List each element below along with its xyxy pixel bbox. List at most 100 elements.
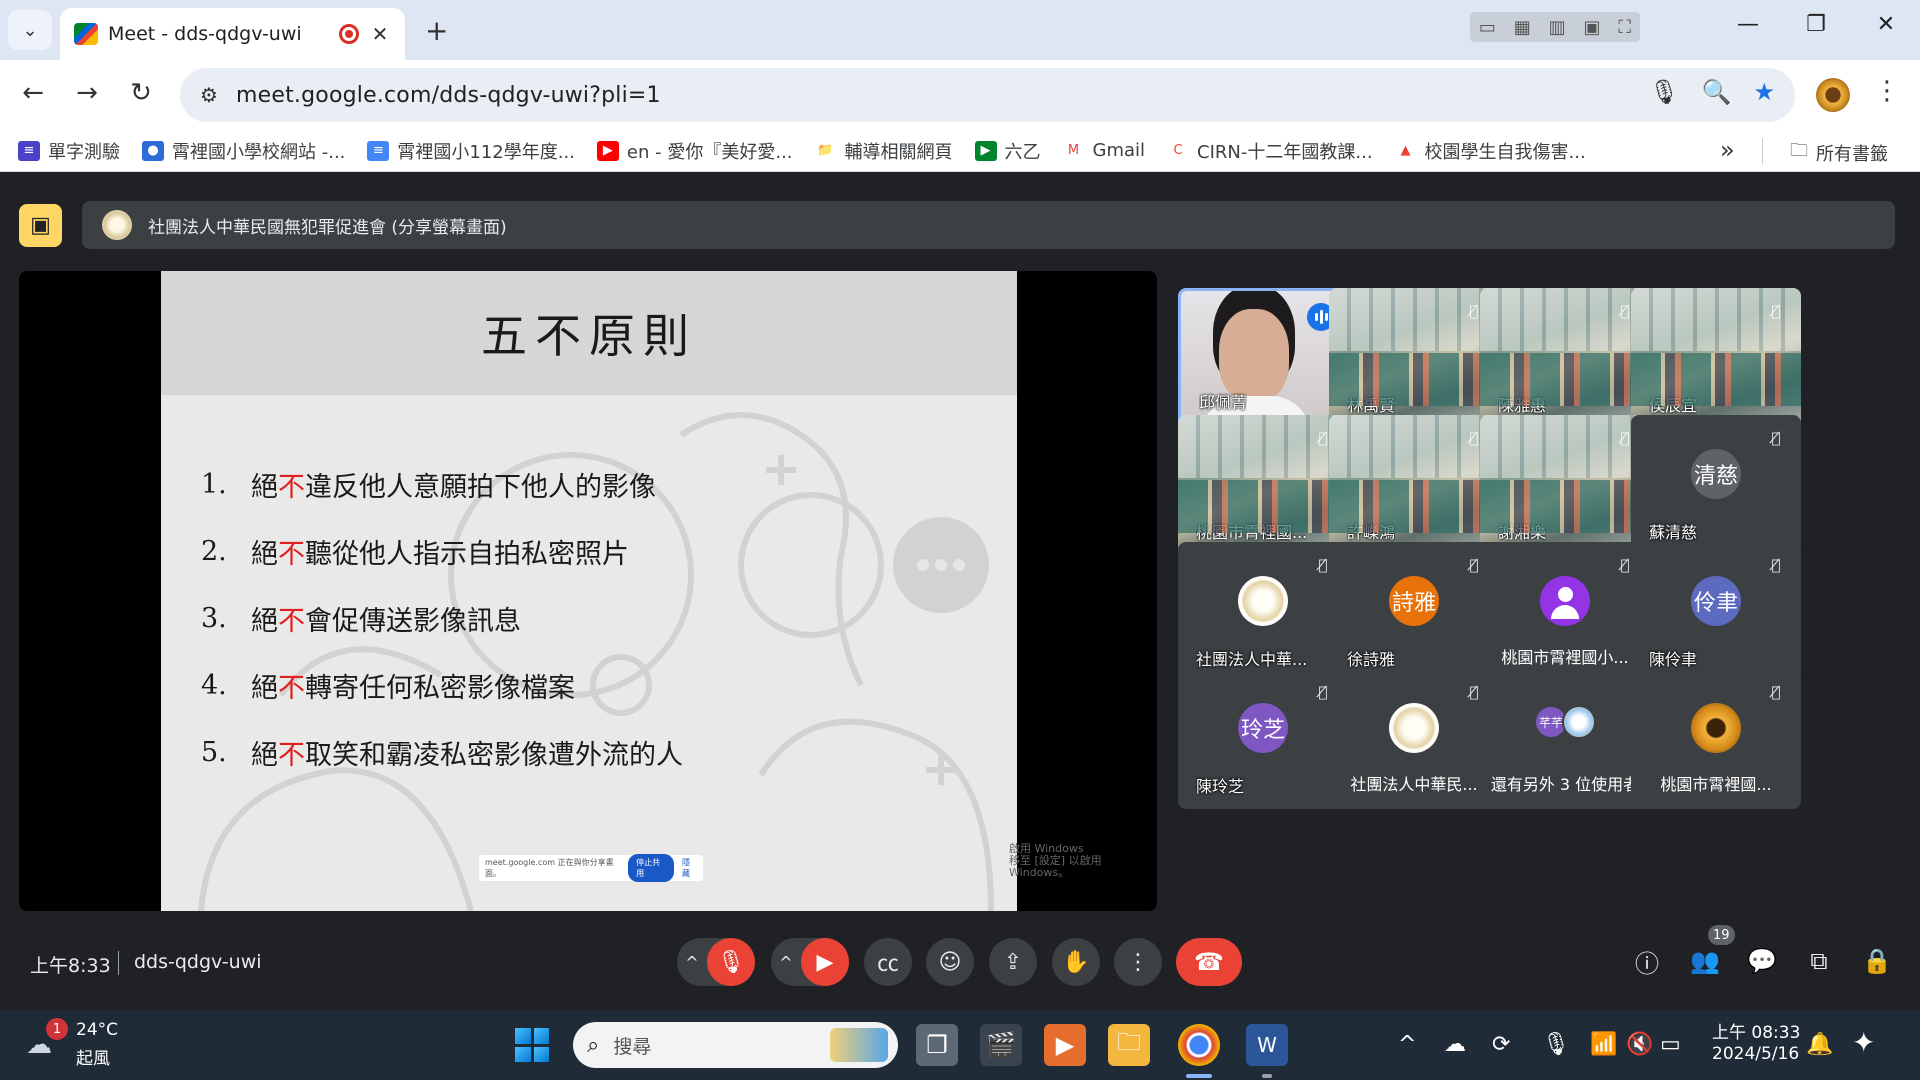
profile-avatar[interactable] (1816, 78, 1850, 112)
media-player-icon[interactable]: ▶ (1044, 1024, 1086, 1066)
battery-icon[interactable]: ▭ (1660, 1032, 1681, 1057)
mic-muted-icon: 🎙̸ (1771, 302, 1781, 320)
clock-time[interactable]: 上午 08:33 (1712, 1018, 1800, 1043)
onedrive-icon[interactable]: ☁ (1444, 1032, 1466, 1057)
dictionary-icon[interactable]: ▦ (1514, 17, 1531, 38)
participant-tile[interactable]: 🎙̸ 玲芝 陳玲芝 (1178, 669, 1348, 809)
meeting-info-button[interactable]: ⓘ (1627, 941, 1667, 981)
participant-tile[interactable]: 芊芊 還有另外 3 位使用者 (1480, 669, 1650, 809)
all-bookmarks-button[interactable]: 🗀 所有書籤 (1790, 138, 1888, 168)
url-text[interactable]: meet.google.com/dds-qdgv-uwi?pli=1 (236, 83, 661, 108)
fullscreen-icon[interactable]: ⛶ (1618, 17, 1631, 38)
present-button[interactable]: ⇪ (989, 938, 1037, 986)
bookmark-item[interactable]: ▶ 六乙 (974, 138, 1041, 164)
address-bar[interactable]: ⚙ meet.google.com/dds-qdgv-uwi?pli=1 🎙 🔍… (180, 68, 1795, 122)
site-settings-icon[interactable]: ⚙ (200, 83, 236, 107)
captions-button[interactable]: ㏄ (864, 938, 912, 986)
more-options-button[interactable]: ⋮ (1114, 938, 1162, 986)
close-window-button[interactable]: ✕ (1866, 12, 1906, 37)
participant-tile[interactable]: 🎙̸ 社團法人中華民... (1329, 669, 1499, 809)
new-tab-button[interactable]: + (425, 14, 448, 47)
hide-notice-button[interactable]: 隱藏 (682, 857, 697, 879)
volume-muted-icon[interactable]: 🔇 (1626, 1032, 1653, 1057)
bookmark-item[interactable]: ▲ 校園學生自我傷害... (1394, 138, 1586, 164)
wifi-icon[interactable]: 📶 (1590, 1032, 1617, 1057)
participant-tile[interactable]: 🎙̸ 社團法人中華... (1178, 542, 1348, 682)
start-button[interactable] (515, 1028, 549, 1062)
bookmark-item[interactable]: ≡ 單字測驗 (18, 138, 120, 164)
bookmark-item[interactable]: ▶ en - 愛你『美好愛... (596, 138, 793, 164)
activities-button[interactable]: ⧉ (1799, 941, 1839, 981)
rule-prefix: 絕 (251, 472, 278, 503)
bookmark-favicon-icon: ▶ (596, 140, 619, 161)
participant-tile[interactable]: 🎙̸ 桃園市霄裡國小... (1480, 542, 1650, 682)
screen-icon[interactable]: ▣ (1584, 17, 1601, 38)
taskbar-search-box[interactable]: ⌕ 搜尋 (573, 1022, 898, 1068)
participant-tile[interactable]: 🎙̸ 謝湘樂 (1480, 415, 1650, 555)
copilot-icon[interactable]: ✦ (1852, 1026, 1875, 1059)
bookmark-item[interactable]: ● 霄裡國小學校網站 -... (142, 138, 345, 164)
more-bookmarks-button[interactable]: » (1720, 136, 1735, 164)
participant-avatar: 詩雅 (1389, 576, 1439, 626)
weather-temperature[interactable]: 24°C (76, 1020, 118, 1040)
mic-toggle-button[interactable]: 🎙 (707, 938, 755, 986)
participant-tile[interactable]: 🎙̸ 林禹賢 (1329, 288, 1499, 428)
bookmark-item[interactable]: M Gmail (1062, 140, 1145, 161)
bookmark-item[interactable]: C CIRN-十二年國教課... (1167, 138, 1373, 164)
video-options-icon[interactable]: ^ (771, 953, 801, 972)
people-button[interactable]: 👥 (1685, 941, 1725, 981)
minimize-button[interactable]: — (1728, 12, 1768, 37)
window-icon[interactable]: ▭ (1479, 17, 1496, 38)
reload-button[interactable]: ↻ (124, 78, 158, 108)
zoom-icon[interactable]: 🔍 (1702, 78, 1732, 106)
bookmark-star-icon[interactable]: ★ (1753, 78, 1775, 106)
participant-tile[interactable]: 🎙̸ 許嶸鴻 (1329, 415, 1499, 555)
weather-description[interactable]: 起風 (76, 1044, 110, 1069)
show-hidden-icons-icon[interactable]: ^ (1398, 1032, 1416, 1057)
participant-tile[interactable]: 🎙̸ 桃園市霄裡國... (1631, 669, 1801, 809)
restore-button[interactable]: ❐ (1796, 12, 1836, 37)
file-explorer-icon[interactable]: 🗀 (1108, 1024, 1150, 1066)
participant-tile[interactable]: 🎙̸ 清慈 蘇清慈 (1631, 415, 1801, 555)
leave-call-button[interactable]: ☎ (1176, 938, 1242, 986)
presentation-stage[interactable]: 五不原則 1. 絕 不 違反他人意願拍下他人的影像 2. 絕 不 聽從他人指示自… (19, 271, 1157, 911)
mic-tray-icon[interactable]: 🎙 (1542, 1032, 1570, 1057)
participant-tile[interactable]: 🎙̸ 桃園市霄裡國... (1178, 415, 1348, 555)
browser-tab-meet[interactable]: Meet - dds-qdgv-uwi ✕ (60, 8, 405, 60)
browser-menu-icon[interactable]: ⋮ (1874, 76, 1900, 106)
microphone-icon[interactable]: 🎙 (1649, 78, 1679, 106)
participant-tile[interactable]: 🎙̸ 詩雅 徐詩雅 (1329, 542, 1499, 682)
bookmark-item[interactable]: ≡ 霄裡國小112學年度... (367, 138, 575, 164)
camera-toggle-button[interactable]: ▶ (801, 938, 849, 986)
close-tab-icon[interactable]: ✕ (369, 22, 391, 46)
participant-tile[interactable]: 邱佩菁 (1178, 288, 1348, 428)
task-view-icon[interactable]: ❐ (916, 1024, 958, 1066)
forward-button[interactable]: → (70, 78, 104, 108)
host-controls-button[interactable]: 🔒 (1857, 941, 1897, 981)
participant-tile[interactable]: 🎙̸ 陳雅惠 (1480, 288, 1650, 428)
raise-hand-button[interactable]: ✋ (1052, 938, 1100, 986)
clipchamp-icon[interactable]: 🎬 (980, 1024, 1022, 1066)
clock-date[interactable]: 2024/5/16 (1712, 1044, 1799, 1064)
chat-button[interactable]: 💬 (1742, 941, 1782, 981)
participant-name: 林禹賢 (1347, 396, 1396, 415)
tab-search-button[interactable]: ⌄ (8, 10, 52, 50)
mic-muted-icon: 🎙̸ (1771, 683, 1781, 701)
reader-icon[interactable]: ▥ (1549, 17, 1566, 38)
chrome-icon[interactable] (1178, 1024, 1220, 1066)
sync-icon[interactable]: ⟳ (1492, 1032, 1510, 1057)
bookmark-label: CIRN-十二年國教課... (1197, 141, 1373, 163)
participant-tile[interactable]: 🎙̸ 伶聿 陳伶聿 (1631, 542, 1801, 682)
back-button[interactable]: ← (16, 78, 50, 108)
presentation-icon[interactable]: ▣ (19, 204, 62, 247)
word-icon[interactable]: W (1246, 1024, 1288, 1066)
bookmark-item[interactable]: 📁 輔導相關網頁 (814, 138, 953, 164)
participant-name: 桃園市霄裡國... (1196, 523, 1308, 542)
stop-sharing-button[interactable]: 停止共用 (628, 854, 675, 882)
audio-options-icon[interactable]: ^ (677, 953, 707, 972)
slide-header: 五不原則 (161, 271, 1017, 395)
notification-bell-icon[interactable]: 🔔 (1806, 1032, 1833, 1057)
reactions-button[interactable]: ☺ (926, 938, 974, 986)
participant-tile[interactable]: 🎙̸ 侯辰宜 (1631, 288, 1801, 428)
rule-text: 聽從他人指示自拍私密照片 (305, 539, 629, 570)
